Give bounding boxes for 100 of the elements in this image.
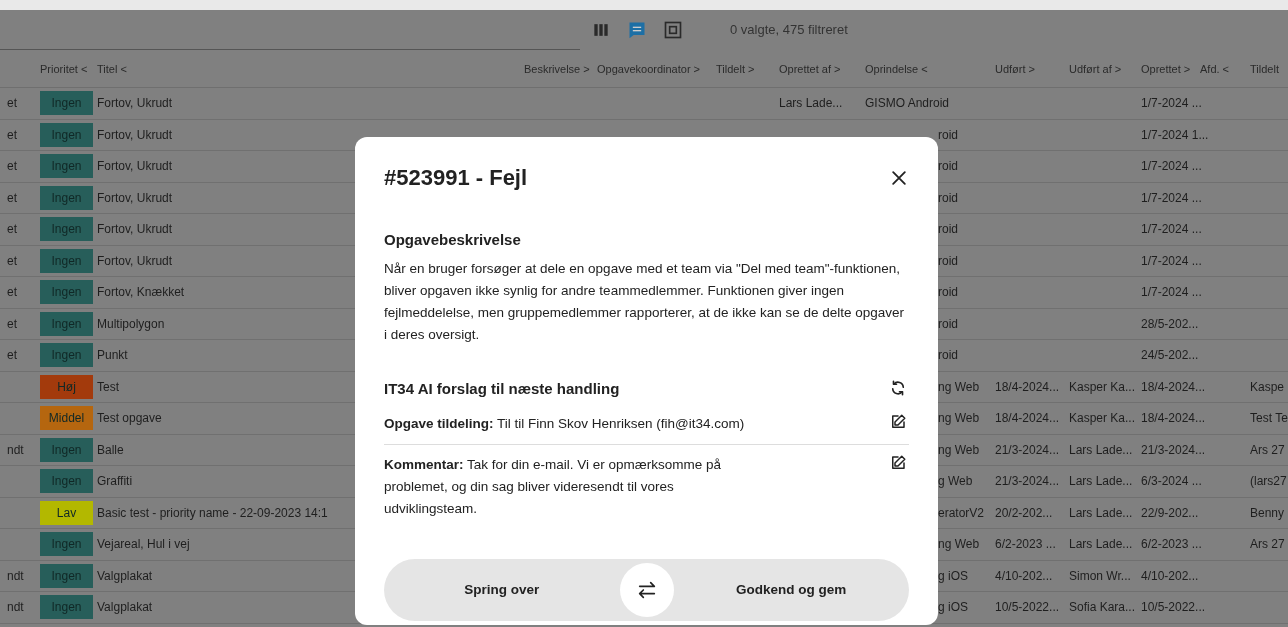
priority-badge: Lav <box>40 500 93 525</box>
column-header[interactable]: Oprindelse < <box>865 61 928 78</box>
column-header[interactable]: Udført af > <box>1069 61 1122 78</box>
table-cell: roid <box>938 159 958 174</box>
table-cell-text: 18/4-2024... <box>1141 378 1206 396</box>
column-header[interactable]: Udført > <box>995 61 1036 78</box>
table-cell-text: 18/4-2024... <box>1141 410 1206 428</box>
priority-badge: Middel <box>40 406 93 431</box>
table-cell-text: 1/7-2024 ... <box>1141 284 1202 302</box>
table-cell-text: Lars Lade... <box>779 95 843 113</box>
column-header[interactable]: Tildelt <box>1250 61 1279 78</box>
table-cell-text: ndt <box>6 599 24 617</box>
table-cell: roid <box>938 285 958 300</box>
table-cell-text: Test Te <box>1250 410 1288 428</box>
table-cell-text: Punkt <box>97 347 128 365</box>
table-cell-text: Test opgave <box>97 410 162 428</box>
table-cell-text: 22/9-202... <box>1141 504 1199 522</box>
table-cell-text: Fortov, Knækket <box>97 284 185 302</box>
table-cell-text: 21/3-2024... <box>995 473 1060 491</box>
table-cell-text: 18/4-2024... <box>995 378 1060 396</box>
table-cell: roid <box>938 316 958 331</box>
table-cell-text: Balle <box>97 441 124 459</box>
table-cell: eratorV2 <box>938 505 985 520</box>
table-cell-text: 1/7-2024 1... <box>1141 126 1209 144</box>
column-header[interactable]: Oprettet af > <box>779 61 841 78</box>
column-header[interactable]: Opgavekoordinator > <box>597 61 701 78</box>
table-cell-text: Lars Lade... <box>1069 473 1133 491</box>
table-cell: ng Web <box>938 411 980 426</box>
table-cell-text: Sofia Kara... <box>1069 599 1136 617</box>
swap-button[interactable] <box>619 563 674 618</box>
table-cell-text: Ars 27 <box>1250 441 1285 459</box>
table-cell: ng Web <box>938 537 980 552</box>
approve-button[interactable]: Godkend og gem <box>673 559 909 622</box>
table-cell: roid <box>938 190 958 205</box>
table-cell-text: (lars27 <box>1250 473 1287 491</box>
table-cell-text: Kasper Ka... <box>1069 378 1136 396</box>
skip-button[interactable]: Spring over <box>384 559 620 622</box>
table-cell-text: Fortov, Ukrudt <box>97 252 173 270</box>
frame-icon[interactable] <box>662 19 684 41</box>
column-header[interactable]: Tildelt > <box>716 61 755 78</box>
table-cell: roid <box>938 253 958 268</box>
table-cell-text: GISMO Android <box>865 95 950 113</box>
table-cell-text: Test <box>97 378 119 396</box>
table-cell-text: Multipolygon <box>97 315 165 333</box>
table-cell: roid <box>938 348 958 363</box>
table-cell-text: Fortov, Ukrudt <box>97 126 173 144</box>
table-cell-text: ndt <box>6 567 24 585</box>
table-cell-text: 1/7-2024 ... <box>1141 158 1202 176</box>
table-cell-text: et <box>6 284 17 302</box>
table-cell-text: Lars Lade... <box>1069 536 1133 554</box>
table-cell-text: Ars 27 <box>1250 536 1285 554</box>
table-cell-text: 1/7-2024 ... <box>1141 95 1202 113</box>
table-cell: ng Web <box>938 379 980 394</box>
table-cell-text: 24/5-202... <box>1141 347 1199 365</box>
table-cell-text: 20/2-202... <box>995 504 1053 522</box>
column-header[interactable]: Titel < <box>97 61 127 78</box>
table-cell-text: 1/7-2024 ... <box>1141 189 1202 207</box>
table-cell: ng Web <box>938 442 980 457</box>
table-cell-text: ndt <box>6 441 24 459</box>
table-cell-text: 6/2-2023 ... <box>1141 536 1202 554</box>
table-cell-text: Valgplakat <box>97 567 153 585</box>
table-cell-text: 10/5-2022... <box>1141 599 1206 617</box>
table-cell-text: et <box>6 158 17 176</box>
table-cell-text: Fortov, Ukrudt <box>97 189 173 207</box>
table-cell-text: et <box>6 189 17 207</box>
table-cell-text: Fortov, Ukrudt <box>97 95 173 113</box>
priority-badge: Høj <box>40 374 93 399</box>
table-cell-text: Fortov, Ukrudt <box>97 158 173 176</box>
table-cell-text: Lars Lade... <box>1069 504 1133 522</box>
table-cell-text: 1/7-2024 ... <box>1141 221 1202 239</box>
table-cell: roid <box>938 127 958 142</box>
column-header[interactable]: Oprettet > <box>1141 61 1191 78</box>
table-cell-text: 18/4-2024... <box>995 410 1060 428</box>
table-cell: g Web <box>938 474 973 489</box>
table-cell-text: 21/3-2024... <box>1141 441 1206 459</box>
table-cell: g iOS <box>938 568 968 583</box>
dialog-title: #523991 - Fejl <box>384 165 528 192</box>
table-cell-text: Lars Lade... <box>1069 441 1133 459</box>
table-cell-text: Fortov, Ukrudt <box>97 221 173 239</box>
table-cell-text: et <box>6 221 17 239</box>
column-header[interactable]: Afd. < <box>1200 61 1230 78</box>
table-cell-text: 4/10-202... <box>1141 567 1199 585</box>
column-header[interactable]: Beskrivelse > <box>524 61 590 78</box>
section-heading: IT34 AI forslag til næste handling <box>384 378 620 399</box>
column-header[interactable]: Prioritet < <box>40 61 88 78</box>
table-cell-text: Valgplakat <box>97 599 153 617</box>
table-cell-text: 6/2-2023 ... <box>995 536 1056 554</box>
table-cell-text: Basic test - priority name - 22-09-2023 14:1 <box>97 504 328 522</box>
table-cell-text: 21/3-2024... <box>995 441 1060 459</box>
table-cell-text: et <box>6 315 17 333</box>
table-cell-text: Benny <box>1250 504 1285 522</box>
table-cell-text: et <box>6 126 17 144</box>
table-cell-text: Simon Wr... <box>1069 567 1131 585</box>
suggestion-text: Opgave tildeling: Til til Finn Skov Henriksen (fih@it34.com) <box>384 415 745 434</box>
table-cell-text: Graffiti <box>97 473 133 491</box>
table-cell-text: Kaspe <box>1250 378 1285 396</box>
table-cell-text: Kasper Ka... <box>1069 410 1136 428</box>
table-cell-text: 6/3-2024 ... <box>1141 473 1202 491</box>
table-cell-text: et <box>6 347 17 365</box>
table-cell-text: 28/5-202... <box>1141 315 1199 333</box>
